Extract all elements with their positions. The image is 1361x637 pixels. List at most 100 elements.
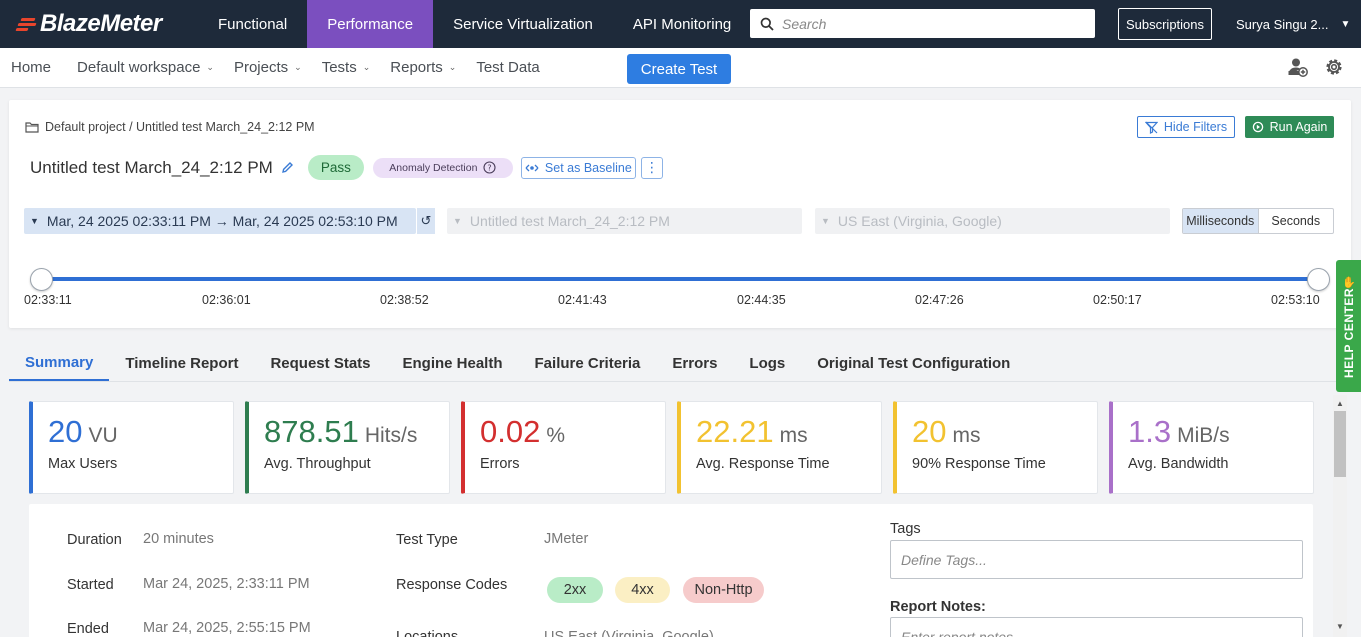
create-test-button[interactable]: Create Test <box>627 54 731 84</box>
test-type-value: JMeter <box>544 531 589 547</box>
code-badge-non-http[interactable]: Non-Http <box>683 577 764 603</box>
tab-logs[interactable]: Logs <box>733 345 801 381</box>
user-menu[interactable]: Surya Singu 2... ▼ <box>1236 0 1350 48</box>
blazemeter-logo[interactable]: BlazeMeter <box>0 0 196 48</box>
response-codes-label: Response Codes <box>396 577 508 593</box>
duration-label: Duration <box>67 532 122 548</box>
subscriptions-button[interactable]: Subscriptions <box>1118 8 1212 40</box>
tab-failure-criteria[interactable]: Failure Criteria <box>519 345 657 381</box>
locations-label: Locations <box>396 629 459 637</box>
test-title: Untitled test March_24_2:12 PM <box>30 157 273 177</box>
help-center-tab[interactable]: ✋ HELP CENTER <box>1336 260 1361 392</box>
metric-label: 90% Response Time <box>912 456 1046 472</box>
caret-down-icon: ▼ <box>30 216 39 226</box>
test-type-label: Test Type <box>396 532 458 548</box>
unit-seconds[interactable]: Seconds <box>1259 209 1334 233</box>
tab-request-stats[interactable]: Request Stats <box>254 345 386 381</box>
set-baseline-button[interactable]: Set as Baseline <box>520 156 636 179</box>
subnav-home[interactable]: Home <box>3 59 59 76</box>
filter-off-icon <box>1144 121 1158 134</box>
timeline-tick: 02:44:35 <box>737 293 786 307</box>
subnav-reports[interactable]: Reports ⌄ <box>382 59 464 76</box>
help-center-label: HELP CENTER <box>1341 288 1356 378</box>
ended-value: Mar 24, 2025, 2:55:15 PM <box>143 620 311 636</box>
run-again-button[interactable]: Run Again <box>1245 116 1334 138</box>
tags-input[interactable] <box>890 540 1303 579</box>
metric-unit: MiB/s <box>1177 424 1230 447</box>
scroll-thumb[interactable] <box>1334 411 1346 477</box>
scroll-up-icon[interactable]: ▲ <box>1333 399 1347 408</box>
metric-avg-bandwidth: 1.3 MiB/s Avg. Bandwidth <box>1109 401 1314 494</box>
subnav-test-data[interactable]: Test Data <box>468 59 547 76</box>
report-notes-input[interactable] <box>890 617 1303 637</box>
timeline-slider-track[interactable] <box>41 277 1318 281</box>
nav-tab-service-virtualization[interactable]: Service Virtualization <box>433 0 613 48</box>
tab-summary[interactable]: Summary <box>9 345 110 381</box>
logo-mark-icon <box>15 17 38 31</box>
global-search <box>750 9 1095 38</box>
help-icon: ? <box>483 161 496 174</box>
test-details-panel: Duration 20 minutes Started Mar 24, 2025… <box>29 504 1313 637</box>
folder-icon <box>25 122 39 133</box>
test-select: ▼ Untitled test March_24_2:12 PM <box>447 208 802 234</box>
metric-unit: % <box>546 424 566 447</box>
user-name: Surya Singu 2... <box>1236 16 1329 32</box>
unit-milliseconds[interactable]: Milliseconds <box>1183 209 1259 233</box>
breadcrumb-text[interactable]: Default project / Untitled test March_24… <box>45 120 315 134</box>
report-header-panel: Default project / Untitled test March_24… <box>9 100 1351 328</box>
search-input[interactable] <box>782 15 1082 32</box>
metric-label: Avg. Bandwidth <box>1128 456 1229 472</box>
slider-start-handle[interactable] <box>30 268 53 291</box>
location-select: ▼ US East (Virginia, Google) <box>815 208 1170 234</box>
metric-label: Avg. Throughput <box>264 456 371 472</box>
metric-label: Max Users <box>48 456 118 472</box>
timeline-tick: 02:53:10 <box>1271 293 1320 307</box>
chevron-down-icon: ⌄ <box>294 62 302 72</box>
metric-label: Errors <box>480 456 520 472</box>
page-scrollbar[interactable]: ▲ ▼ <box>1333 395 1347 637</box>
status-badge: Pass <box>307 155 364 180</box>
svg-text:?: ? <box>488 164 492 173</box>
subnav-workspace[interactable]: Default workspace ⌄ <box>69 59 222 76</box>
metric-unit: ms <box>952 424 981 447</box>
ended-label: Ended <box>67 621 109 637</box>
metric-value: 1.3 <box>1128 414 1172 449</box>
subnav-projects[interactable]: Projects ⌄ <box>226 59 310 76</box>
code-badge-4xx[interactable]: 4xx <box>615 577 670 603</box>
time-range-select[interactable]: ▼ Mar, 24 2025 02:33:11 PM → Mar, 24 202… <box>24 208 416 234</box>
timeline-tick: 02:36:01 <box>202 293 251 307</box>
pencil-icon[interactable] <box>281 161 294 174</box>
code-badge-2xx[interactable]: 2xx <box>547 577 603 603</box>
slider-end-handle[interactable] <box>1307 268 1330 291</box>
nav-tab-functional[interactable]: Functional <box>198 0 307 48</box>
metric-value: 22.21 <box>696 414 774 449</box>
more-options-button[interactable]: ⋮ <box>640 156 663 179</box>
timeline-tick: 02:41:43 <box>558 293 607 307</box>
gear-icon[interactable] <box>1323 56 1345 78</box>
timeline-tick: 02:47:26 <box>915 293 964 307</box>
chevron-down-icon: ⌄ <box>448 62 457 72</box>
tags-label: Tags <box>890 521 921 537</box>
metric-unit: VU <box>88 424 118 447</box>
nav-tab-api-monitoring[interactable]: API Monitoring <box>613 0 751 48</box>
tab-engine-health[interactable]: Engine Health <box>387 345 519 381</box>
add-user-icon[interactable] <box>1287 56 1309 78</box>
tab-timeline-report[interactable]: Timeline Report <box>109 345 254 381</box>
hide-filters-button[interactable]: Hide Filters <box>1137 116 1235 138</box>
subnav-tests[interactable]: Tests ⌄ <box>314 59 379 76</box>
metric-value: 0.02 <box>480 414 541 449</box>
report-tabs: Summary Timeline Report Request Stats En… <box>9 345 1339 382</box>
metric-unit: ms <box>779 424 808 447</box>
nav-tab-performance[interactable]: Performance <box>307 0 434 48</box>
scroll-down-icon[interactable]: ▼ <box>1333 622 1347 631</box>
reset-range-icon[interactable]: ↺ <box>416 208 435 234</box>
tab-original-test-configuration[interactable]: Original Test Configuration <box>801 345 1026 381</box>
metric-value: 20 <box>912 414 947 449</box>
logo-text: BlazeMeter <box>40 10 162 37</box>
anomaly-detection-badge[interactable]: Anomaly Detection ? <box>372 157 513 178</box>
timeline-tick: 02:50:17 <box>1093 293 1142 307</box>
tab-errors[interactable]: Errors <box>656 345 733 381</box>
metric-label: Avg. Response Time <box>696 456 830 472</box>
metric-value: 878.51 <box>264 414 359 449</box>
duration-value: 20 minutes <box>143 531 214 547</box>
